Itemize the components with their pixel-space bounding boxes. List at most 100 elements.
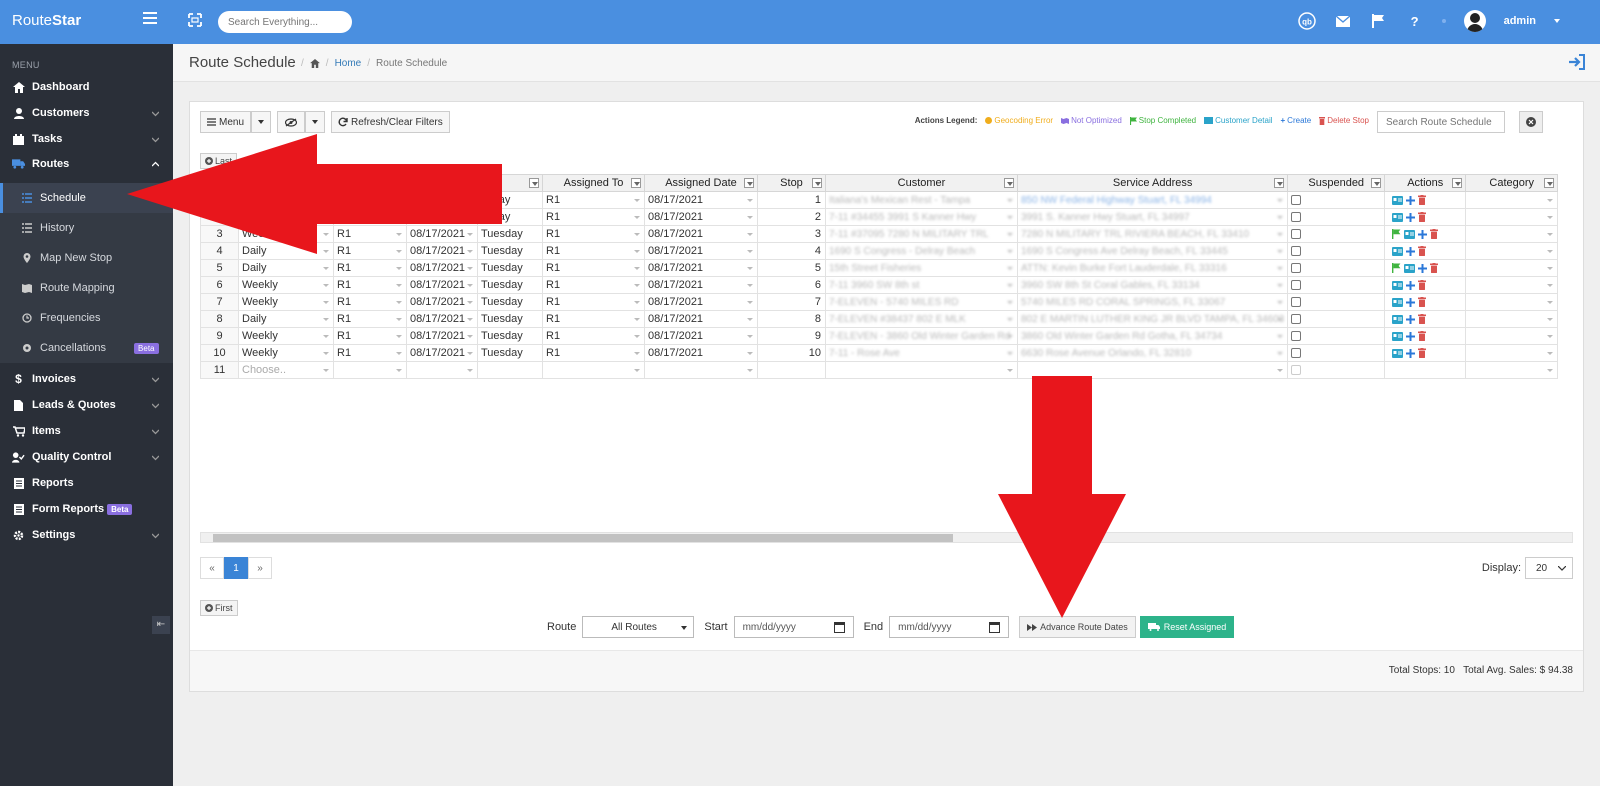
- cell-dropdown-icon[interactable]: [747, 369, 753, 372]
- grid-cell[interactable]: 1690 S Congress - Delray Beach: [825, 242, 1018, 260]
- grid-cell[interactable]: 7-ELEVEN - 3860 Old Winter Garden Rd: [825, 327, 1018, 345]
- cell-dropdown-icon[interactable]: [323, 352, 329, 355]
- cell-dropdown-icon[interactable]: [323, 335, 329, 338]
- grid-cell[interactable]: 3: [757, 225, 826, 243]
- grid-cell[interactable]: [825, 361, 1018, 379]
- mail-icon[interactable]: [1334, 12, 1352, 30]
- sidebar-item-invoices[interactable]: $ Invoices: [0, 367, 173, 391]
- grid-cell[interactable]: 08/17/2021: [406, 259, 478, 277]
- grid-cell[interactable]: 08/17/2021: [644, 242, 758, 260]
- cell-dropdown-icon[interactable]: [1007, 199, 1013, 202]
- filter-dropdown-icon[interactable]: [1274, 178, 1285, 188]
- customer-detail-icon[interactable]: [1392, 348, 1404, 358]
- grid-cell[interactable]: 9: [200, 327, 239, 345]
- cell-dropdown-icon[interactable]: [634, 216, 640, 219]
- create-icon[interactable]: [1406, 280, 1416, 290]
- grid-cell[interactable]: 9: [757, 327, 826, 345]
- filter-dropdown-icon[interactable]: [744, 178, 754, 188]
- grid-cell[interactable]: 2: [757, 208, 826, 226]
- grid-cell[interactable]: [644, 361, 758, 379]
- cell-dropdown-icon[interactable]: [1007, 335, 1013, 338]
- cell-dropdown-icon[interactable]: [467, 318, 473, 321]
- grid-cell[interactable]: R1: [542, 310, 645, 328]
- grid-cell[interactable]: 1: [757, 191, 826, 209]
- filter-dropdown-icon[interactable]: [1544, 178, 1555, 188]
- grid-cell[interactable]: 7-11 #34455 3991 S Kanner Hwy: [825, 208, 1018, 226]
- cell-dropdown-icon[interactable]: [634, 369, 640, 372]
- suspended-checkbox[interactable]: [1291, 229, 1302, 240]
- grid-cell[interactable]: [1384, 293, 1467, 311]
- create-icon[interactable]: [1406, 246, 1416, 256]
- column-header[interactable]: Customer: [825, 174, 1018, 192]
- grid-cell[interactable]: 08/17/2021: [406, 344, 478, 362]
- first-button[interactable]: First: [200, 600, 238, 616]
- cell-dropdown-icon[interactable]: [1277, 301, 1284, 304]
- grid-cell[interactable]: 5740 MILES RD CORAL SPRINGS, FL 33067: [1016, 293, 1289, 311]
- suspended-checkbox[interactable]: [1291, 280, 1302, 291]
- grid-cell[interactable]: Tuesday: [477, 310, 543, 328]
- grid-cell[interactable]: 850 NW Federal Highway Stuart, FL 34994: [1016, 191, 1289, 209]
- create-icon[interactable]: [1406, 195, 1416, 205]
- grid-cell[interactable]: 7-11 #37095 7280 N MILITARY TRL: [825, 225, 1018, 243]
- grid-cell[interactable]: [1287, 191, 1386, 209]
- cell-dropdown-icon[interactable]: [634, 352, 640, 355]
- grid-cell[interactable]: 08/17/2021: [644, 225, 758, 243]
- delete-stop-icon[interactable]: [1418, 348, 1427, 358]
- help-icon[interactable]: ?: [1406, 12, 1424, 30]
- grid-cell[interactable]: 7-11 3960 SW 8th st: [825, 276, 1018, 294]
- cell-dropdown-icon[interactable]: [1547, 233, 1554, 236]
- cell-dropdown-icon[interactable]: [1547, 352, 1554, 355]
- customer-detail-icon[interactable]: [1392, 212, 1404, 222]
- clear-search-button[interactable]: [1519, 111, 1543, 133]
- grid-cell[interactable]: R1: [333, 259, 407, 277]
- customer-detail-icon[interactable]: [1404, 263, 1416, 273]
- customer-detail-icon[interactable]: [1392, 280, 1404, 290]
- grid-cell[interactable]: Tuesday: [477, 276, 543, 294]
- user-menu[interactable]: admin: [1504, 15, 1536, 27]
- grid-cell[interactable]: 7-ELEVEN #38437 802 E MLK: [825, 310, 1018, 328]
- cell-dropdown-icon[interactable]: [747, 199, 753, 202]
- collapse-sidebar-icon[interactable]: ⇤: [152, 616, 170, 634]
- grid-cell[interactable]: 08/17/2021: [644, 344, 758, 362]
- filter-dropdown-icon[interactable]: [631, 178, 641, 188]
- app-logo[interactable]: RouteStar: [12, 12, 81, 29]
- grid-cell[interactable]: 08/17/2021: [406, 310, 478, 328]
- grid-cell[interactable]: [1287, 344, 1386, 362]
- grid-cell[interactable]: [1384, 208, 1467, 226]
- cell-dropdown-icon[interactable]: [323, 267, 329, 270]
- cell-dropdown-icon[interactable]: [1277, 284, 1284, 287]
- grid-cell[interactable]: 08/17/2021: [644, 327, 758, 345]
- grid-cell[interactable]: 8: [200, 310, 239, 328]
- cell-dropdown-icon[interactable]: [747, 250, 753, 253]
- grid-cell[interactable]: [1384, 310, 1467, 328]
- cell-dropdown-icon[interactable]: [396, 284, 402, 287]
- create-icon[interactable]: [1406, 348, 1416, 358]
- cell-dropdown-icon[interactable]: [396, 318, 402, 321]
- grid-cell[interactable]: 6: [757, 276, 826, 294]
- delete-stop-icon[interactable]: [1418, 195, 1427, 205]
- grid-cell[interactable]: 08/17/2021: [406, 276, 478, 294]
- grid-cell[interactable]: 7-ELEVEN - 5740 MILES RD: [825, 293, 1018, 311]
- grid-cell[interactable]: R1: [333, 276, 407, 294]
- grid-cell[interactable]: R1: [333, 293, 407, 311]
- cell-dropdown-icon[interactable]: [1547, 369, 1554, 372]
- grid-cell[interactable]: 802 E MARTIN LUTHER KING JR BLVD TAMPA, …: [1016, 310, 1289, 328]
- column-header[interactable]: Category: [1465, 174, 1559, 192]
- delete-stop-icon[interactable]: [1418, 246, 1427, 256]
- sign-in-icon[interactable]: [1568, 54, 1586, 70]
- grid-cell[interactable]: Tuesday: [477, 259, 543, 277]
- cell-dropdown-icon[interactable]: [634, 335, 640, 338]
- grid-cell[interactable]: 6630 Rose Avenue Orlando, FL 32810: [1016, 344, 1289, 362]
- reset-assigned-button[interactable]: Reset Assigned: [1139, 616, 1235, 638]
- customer-detail-icon[interactable]: [1404, 229, 1416, 239]
- delete-stop-icon[interactable]: [1430, 263, 1439, 273]
- avatar[interactable]: [1463, 10, 1486, 32]
- column-header[interactable]: Stop: [757, 174, 826, 192]
- cell-dropdown-icon[interactable]: [323, 318, 329, 321]
- cell-dropdown-icon[interactable]: [747, 284, 753, 287]
- grid-cell[interactable]: 6: [200, 276, 239, 294]
- grid-cell[interactable]: 10: [200, 344, 239, 362]
- grid-cell[interactable]: 08/17/2021: [644, 293, 758, 311]
- cell-dropdown-icon[interactable]: [1277, 216, 1284, 219]
- delete-stop-icon[interactable]: [1418, 212, 1427, 222]
